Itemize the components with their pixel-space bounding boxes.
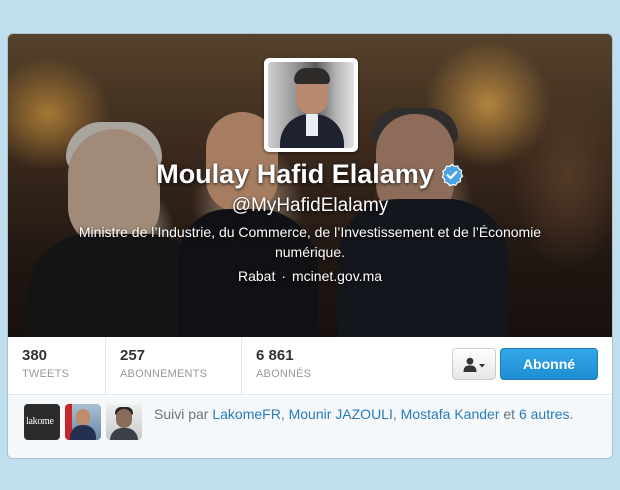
stat-label: TWEETS xyxy=(22,368,70,380)
followed-by-others-link[interactable]: 6 autres xyxy=(519,406,570,422)
stat-following[interactable]: 257 ABONNEMENTS xyxy=(106,337,242,395)
avatar-face xyxy=(76,409,90,426)
followed-by-separator: , xyxy=(280,406,285,422)
stat-tweets[interactable]: 380 TWEETS xyxy=(8,337,106,395)
profile-name-row: Moulay Hafid Elalamy xyxy=(8,159,612,190)
followed-by-prefix: Suivi par xyxy=(154,406,209,422)
followed-by-end: . xyxy=(569,406,574,422)
followed-by-text: Suivi par LakomeFR, Mounir JAZOULI, Most… xyxy=(154,404,594,424)
profile-card: Moulay Hafid Elalamy @MyHafidElalamy Min… xyxy=(8,34,612,458)
follower-avatar-mostafa[interactable] xyxy=(106,404,142,440)
followed-by-separator: , xyxy=(392,406,397,422)
stat-value: 257 xyxy=(120,347,146,364)
verified-badge-icon xyxy=(440,163,464,187)
avatar-photo xyxy=(268,62,354,148)
followed-by-link-mostafa[interactable]: Mostafa Kander xyxy=(401,406,500,422)
follower-avatar-mounir[interactable] xyxy=(65,404,101,440)
user-dropdown-icon xyxy=(463,357,485,372)
stat-label: ABONNEMENTS xyxy=(120,368,208,380)
profile-name[interactable]: Moulay Hafid Elalamy xyxy=(156,159,434,190)
location-separator: · xyxy=(281,268,287,284)
profile-handle: @MyHafidElalamy xyxy=(231,195,389,216)
avatar-body xyxy=(70,425,96,440)
profile-website-link[interactable]: mcinet.gov.ma xyxy=(292,268,382,284)
lakome-logo-text: lakome xyxy=(26,416,54,427)
stat-followers[interactable]: 6 861 ABONNÉS xyxy=(242,337,362,395)
followed-by-link-lakomefr[interactable]: LakomeFR xyxy=(212,406,280,422)
stat-label: ABONNÉS xyxy=(256,368,312,380)
follower-avatar-lakome[interactable]: lakome xyxy=(24,404,60,440)
profile-avatar[interactable] xyxy=(264,58,358,152)
avatar-hair xyxy=(294,68,330,84)
stat-value: 6 861 xyxy=(256,347,294,364)
avatar-body xyxy=(110,428,138,440)
avatar-collar xyxy=(306,114,318,136)
followed-by-link-mounir[interactable]: Mounir JAZOULI xyxy=(289,406,393,422)
avatar-face xyxy=(116,409,132,428)
profile-location: Rabat xyxy=(237,268,276,284)
user-actions-dropdown-button[interactable] xyxy=(452,348,496,380)
followed-by-conjunction: et xyxy=(503,406,516,422)
profile-header-banner: Moulay Hafid Elalamy @MyHafidElalamy Min… xyxy=(8,34,612,337)
followed-by-section: lakome Suivi par LakomeFR, Mounir JAZOUL… xyxy=(8,396,612,458)
following-button[interactable]: Abonné xyxy=(500,348,598,380)
profile-location-row: Rabat · mcinet.gov.ma xyxy=(8,268,612,284)
stat-value: 380 xyxy=(22,347,48,364)
profile-bio: Ministre de l’Industrie, du Commerce, de… xyxy=(78,224,542,260)
